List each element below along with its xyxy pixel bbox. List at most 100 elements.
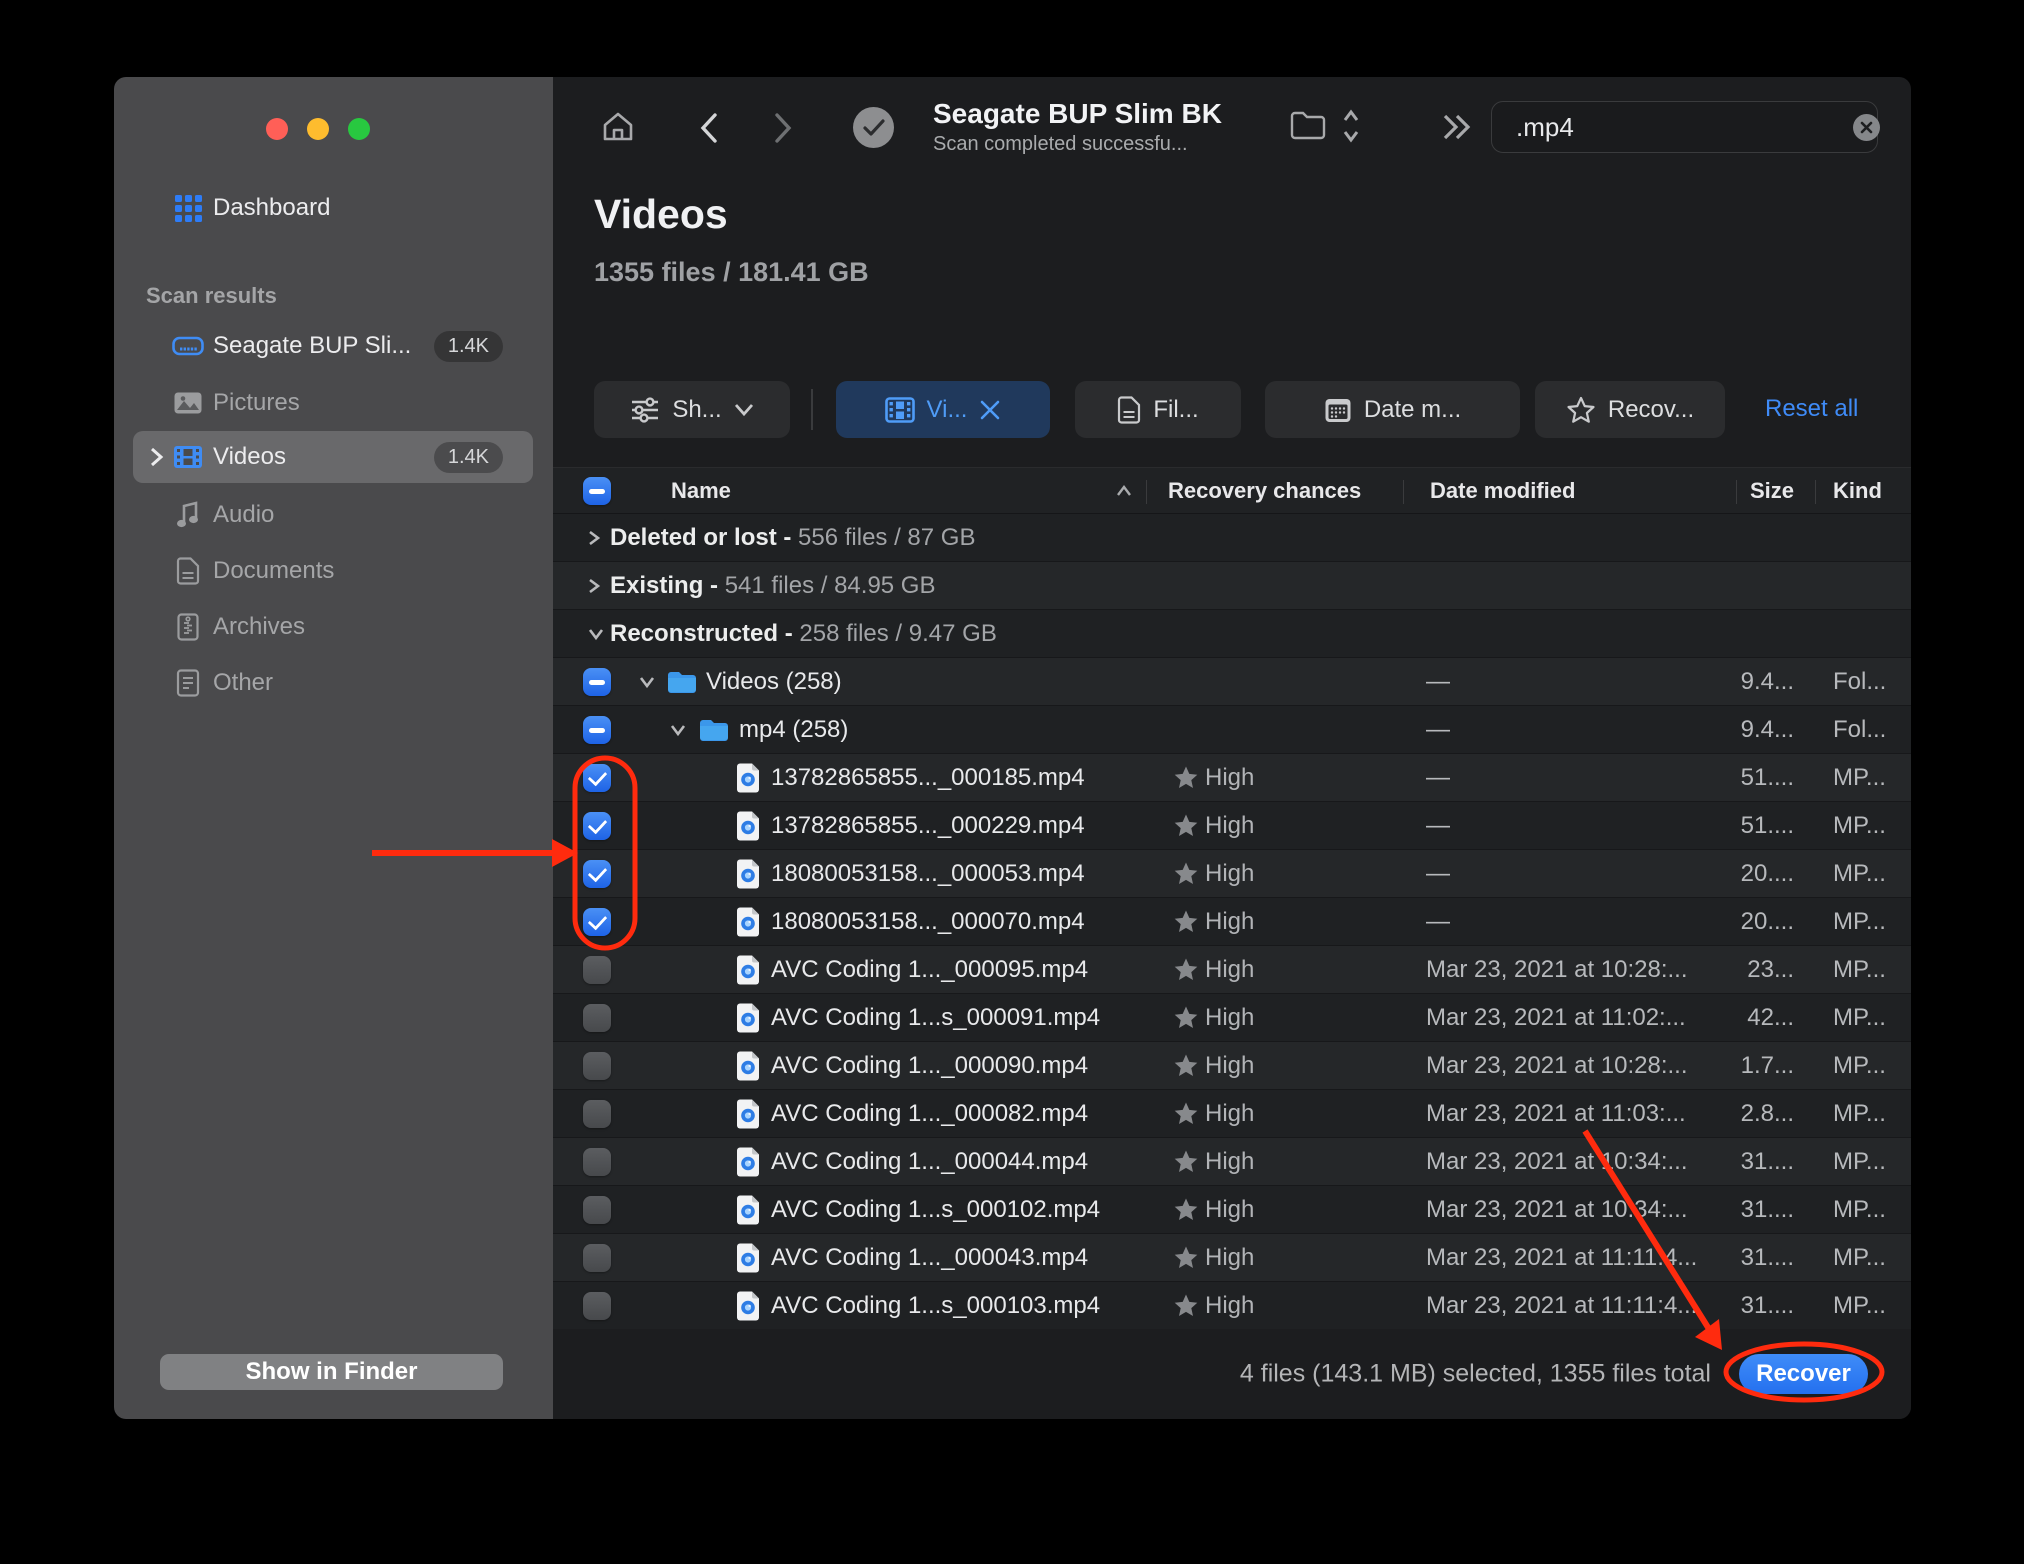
show-filters-button[interactable]: Sh... xyxy=(594,381,790,438)
mp4-file-icon xyxy=(735,1098,761,1129)
sidebar-item-other[interactable]: Other xyxy=(133,657,533,709)
show-filters-label: Sh... xyxy=(672,395,722,423)
file-size: 31.... xyxy=(1740,1243,1794,1271)
file-row[interactable]: AVC Coding 1...s_000091.mp4 High Mar 23, 2… xyxy=(553,994,1911,1042)
row-checkbox[interactable] xyxy=(583,956,611,984)
row-checkbox[interactable] xyxy=(583,764,611,792)
file-row[interactable]: AVC Coding 1...s_000102.mp4 High Mar 23, 2… xyxy=(553,1186,1911,1234)
sidebar-item-documents[interactable]: Documents xyxy=(133,545,533,597)
file-row[interactable]: 18080053158..._000070.mp4 High — 20.... MP..… xyxy=(553,898,1911,946)
select-all-checkbox[interactable] xyxy=(583,477,611,505)
row-checkbox[interactable] xyxy=(583,1244,611,1272)
group-row[interactable]: Deleted or lost - 556 files / 87 GB xyxy=(553,514,1911,562)
date-modified: — xyxy=(1426,763,1450,791)
file-row[interactable]: AVC Coding 1..._000082.mp4 High Mar 23, 20… xyxy=(553,1090,1911,1138)
row-checkbox[interactable] xyxy=(583,1052,611,1080)
column-header-name[interactable]: Name xyxy=(671,478,731,504)
column-header-recovery[interactable]: Recovery chances xyxy=(1168,478,1361,504)
sidebar-item-archives[interactable]: Archives xyxy=(133,601,533,653)
back-button[interactable] xyxy=(698,112,720,144)
drive-title: Seagate BUP Slim BK xyxy=(933,98,1222,129)
video-filter-chip[interactable]: Vi... xyxy=(836,381,1050,438)
recovery-star-icon xyxy=(1173,813,1199,838)
reset-all-button[interactable]: Reset all xyxy=(1765,395,1858,423)
sidebar-item-pictures[interactable]: Pictures xyxy=(133,377,533,429)
file-name: AVC Coding 1..._000090.mp4 xyxy=(771,1051,1089,1079)
group-meta: 258 files / 9.47 GB xyxy=(799,619,997,647)
recover-button[interactable]: Recover xyxy=(1739,1354,1868,1394)
document-icon xyxy=(1118,395,1141,424)
home-button[interactable] xyxy=(601,110,635,144)
search-field[interactable] xyxy=(1491,101,1880,153)
file-row[interactable]: 13782865855..._000229.mp4 High — 51.... MP..… xyxy=(553,802,1911,850)
folder-row[interactable]: mp4 (258) — 9.4... Fol... xyxy=(553,706,1911,754)
chevron-down-icon[interactable] xyxy=(638,675,656,689)
recovery-chance: High xyxy=(1205,1243,1255,1271)
minimize-window-button[interactable] xyxy=(307,118,329,140)
recovery-chance: High xyxy=(1205,1051,1255,1079)
row-checkbox[interactable] xyxy=(583,668,611,696)
window-controls xyxy=(266,118,370,140)
group-row[interactable]: Existing - 541 files / 84.95 GB xyxy=(553,562,1911,610)
row-checkbox[interactable] xyxy=(583,1292,611,1320)
home-icon xyxy=(603,112,633,141)
row-checkbox[interactable] xyxy=(583,1148,611,1176)
chevron-down-icon[interactable] xyxy=(669,723,687,737)
row-checkbox[interactable] xyxy=(583,812,611,840)
row-checkbox[interactable] xyxy=(583,716,611,744)
sidebar-item-videos[interactable]: Videos 1.4K xyxy=(133,431,533,483)
file-name: 13782865855..._000185.mp4 xyxy=(771,763,1085,791)
row-checkbox[interactable] xyxy=(583,1196,611,1224)
column-header-kind[interactable]: Kind xyxy=(1833,478,1882,504)
column-header-date[interactable]: Date modified xyxy=(1430,478,1575,504)
row-checkbox[interactable] xyxy=(583,908,611,936)
row-checkbox[interactable] xyxy=(583,860,611,888)
row-checkbox[interactable] xyxy=(583,1100,611,1128)
recovery-filter-chip[interactable]: Recov... xyxy=(1535,381,1725,438)
folder-icon xyxy=(1290,111,1326,140)
chevron-down-icon[interactable] xyxy=(587,627,605,641)
sidebar-item-dashboard[interactable]: Dashboard xyxy=(133,182,533,234)
column-header-size[interactable]: Size xyxy=(1653,478,1794,504)
file-size: 31.... xyxy=(1740,1195,1794,1223)
chevron-right-icon[interactable] xyxy=(587,577,601,595)
date-modified: Mar 23, 2021 at 10:28:... xyxy=(1426,1051,1688,1079)
recovery-chance: High xyxy=(1205,859,1255,887)
overflow-chevrons-button[interactable] xyxy=(1441,113,1475,141)
file-row[interactable]: 13782865855..._000185.mp4 High — 51.... MP..… xyxy=(553,754,1911,802)
file-size: 2.8... xyxy=(1740,1099,1794,1127)
forward-button[interactable] xyxy=(772,112,794,144)
group-name: Deleted or lost - xyxy=(610,523,792,551)
sidebar-item-audio[interactable]: Audio xyxy=(133,489,533,541)
date-modified: — xyxy=(1426,811,1450,839)
file-row[interactable]: AVC Coding 1..._000043.mp4 High Mar 23, 20… xyxy=(553,1234,1911,1282)
recovery-chance: High xyxy=(1205,763,1255,791)
folder-row[interactable]: Videos (258) — 9.4... Fol... xyxy=(553,658,1911,706)
date-filter-chip[interactable]: Date m... xyxy=(1265,381,1520,438)
remove-filter-icon[interactable] xyxy=(979,399,1001,421)
file-row[interactable]: AVC Coding 1...s_000103.mp4 High Mar 23, 2… xyxy=(553,1282,1911,1330)
zoom-window-button[interactable] xyxy=(348,118,370,140)
file-row[interactable]: AVC Coding 1..._000095.mp4 High Mar 23, 20… xyxy=(553,946,1911,994)
disclosure-chevron-icon[interactable] xyxy=(141,445,171,469)
group-row[interactable]: Reconstructed - 258 files / 9.47 GB xyxy=(553,610,1911,658)
file-row[interactable]: AVC Coding 1..._000090.mp4 High Mar 23, 20… xyxy=(553,1042,1911,1090)
sidebar-item-label: Archives xyxy=(213,613,306,640)
clear-search-button[interactable] xyxy=(1853,113,1880,141)
file-size: 20.... xyxy=(1740,907,1794,935)
file-row[interactable]: AVC Coding 1..._000044.mp4 High Mar 23, 20… xyxy=(553,1138,1911,1186)
close-icon xyxy=(1860,121,1873,133)
file-kind: MP... xyxy=(1833,763,1886,791)
row-checkbox[interactable] xyxy=(583,1004,611,1032)
sidebar-item-seagate[interactable]: Seagate BUP Sli... 1.4K xyxy=(133,320,533,372)
close-window-button[interactable] xyxy=(266,118,288,140)
search-input[interactable] xyxy=(1514,110,1853,144)
show-in-finder-button[interactable]: Show in Finder xyxy=(160,1354,503,1390)
file-row[interactable]: 18080053158..._000053.mp4 High — 20.... MP..… xyxy=(553,850,1911,898)
chevron-right-icon[interactable] xyxy=(587,529,601,547)
file-name: AVC Coding 1..._000082.mp4 xyxy=(771,1099,1089,1127)
stepper-chevrons-icon[interactable] xyxy=(1341,107,1361,145)
item-count-badge: 1.4K xyxy=(433,330,503,362)
files-filter-chip[interactable]: Fil... xyxy=(1075,381,1241,438)
session-folder-button[interactable] xyxy=(1290,109,1326,141)
